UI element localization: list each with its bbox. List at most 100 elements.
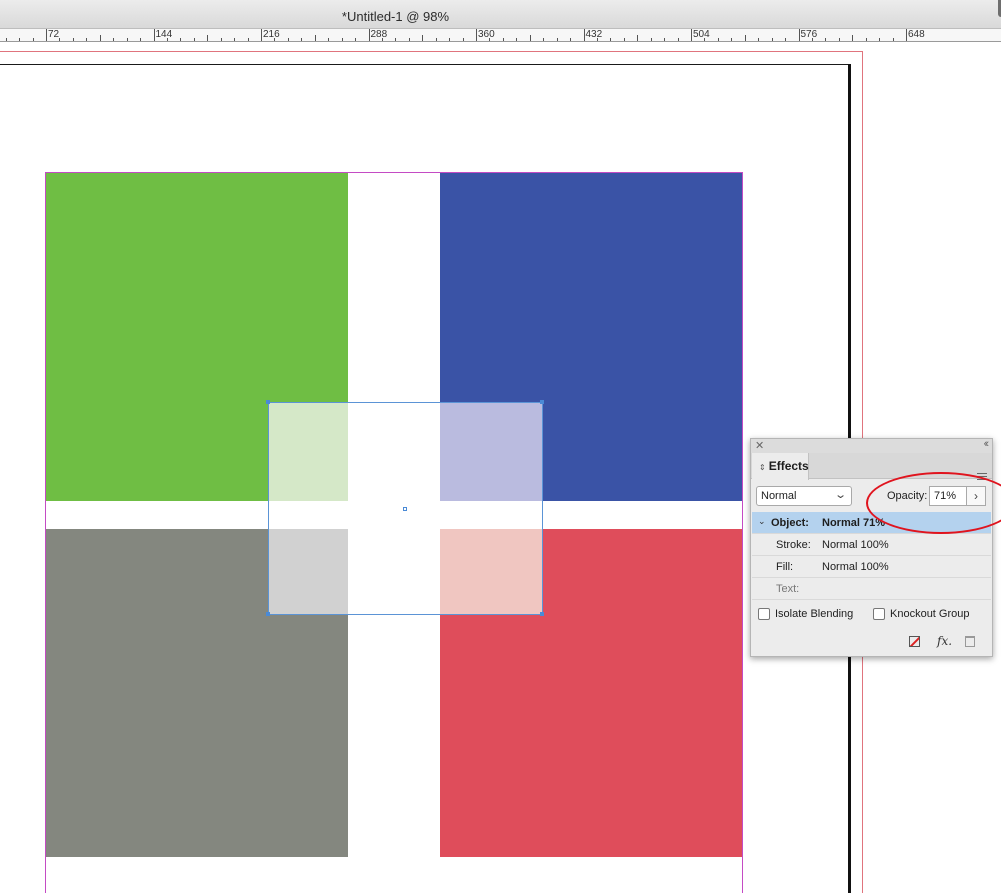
row-label: Object: [771,517,809,529]
ruler-tick [556,38,558,41]
ruler-tick [341,38,343,41]
ruler-label: 144 [155,29,173,40]
ruler-tick [758,38,760,41]
row-value: Normal 100% [822,539,889,551]
ruler-tick [32,38,34,41]
ruler-tick [234,38,236,41]
ruler-tick [287,38,289,41]
knockout-group-checkbox[interactable] [873,608,885,620]
row-label: Stroke: [776,539,811,551]
blend-mode-value: Normal [761,490,797,502]
ruler-tick [46,29,47,41]
ruler-label: 432 [585,29,603,40]
ruler-tick [691,29,692,41]
ruler-tick [717,38,719,41]
fx-icon[interactable]: fx. [937,634,952,648]
ruler-label: 360 [478,29,495,40]
disclosure-triangle-icon[interactable]: ⌄ [758,516,766,527]
ruler-tick [543,38,545,41]
effects-panel: ✕ ‹‹ ⇕ Effects Normal ⌄ Opacity: 71% › ⌄ … [750,438,993,657]
isolate-blending-label: Isolate Blending [775,608,854,620]
panel-top-bar: ✕ ‹‹ [751,438,992,453]
frame-handle-bottom-left[interactable] [266,612,270,616]
ruler-tick [771,38,773,41]
ruler-tick [838,38,840,41]
ruler-tick [395,38,397,41]
ruler-tick [126,38,128,41]
chevron-down-icon: ⌄ [833,489,847,501]
ruler-tick [314,35,316,41]
ruler-tick [449,38,451,41]
tab-effects[interactable]: ⇕ Effects [752,453,809,480]
document-title: *Untitled-1 @ 98% [341,9,450,24]
ruler-tick [610,38,612,41]
ruler-tick [86,38,88,41]
trash-icon[interactable] [965,636,975,647]
isolate-blending-checkbox[interactable] [758,608,770,620]
ruler-tick [798,29,800,41]
tab-effects-label: Effects [768,459,809,473]
ruler-label: 648 [908,29,925,40]
ruler-tick [207,35,209,41]
ruler-label: 504 [693,29,710,40]
collapse-panel-icon[interactable]: ‹‹ [984,438,990,450]
ruler-tick [664,38,666,41]
ruler-tick [865,38,867,41]
ruler-tick [99,35,101,41]
ruler-tick [529,35,531,41]
ruler-tick [355,38,357,41]
ruler-label: 216 [263,29,280,40]
ruler-tick [852,35,854,41]
ruler-tick [650,38,652,41]
ruler-tick [140,38,142,41]
clear-effects-icon[interactable] [909,636,920,647]
ruler-tick [623,38,625,41]
ruler-tick [153,29,155,41]
ruler-tick [301,38,303,41]
frame-handle-top-left[interactable] [266,400,270,404]
ruler-tick [408,38,410,41]
ruler-tick [731,38,733,41]
ruler-label: 72 [48,29,60,40]
frame-handle-top-right[interactable] [540,400,544,404]
ruler-tick [59,38,61,41]
row-label: Text: [776,583,800,595]
effects-row-fill[interactable]: Fill: Normal 100% [752,556,991,578]
ruler-tick [476,29,477,41]
ruler-tick [906,29,907,41]
ruler-label: 576 [800,29,818,40]
ruler-tick [180,38,182,41]
ruler-tick [261,29,262,41]
ruler-tick [19,38,21,41]
horizontal-ruler[interactable]: 72 144 216 288 360 432 504 576 648 [0,29,1001,42]
frame-center-point[interactable] [403,507,407,511]
ruler-tick [879,38,881,41]
ruler-tick [502,38,504,41]
ruler-tick [583,29,585,41]
ruler-tick [744,35,746,41]
ruler-label: 288 [370,29,388,40]
ruler-tick [72,38,74,41]
effects-row-text: Text: [752,578,991,600]
title-bar: *Untitled-1 @ 98% [0,0,1001,29]
close-icon[interactable]: ✕ [755,439,764,452]
ruler-tick [193,38,195,41]
ruler-tick [5,38,7,41]
knockout-group-label: Knockout Group [890,608,970,620]
tab-stepper-icon: ⇕ [759,463,766,472]
ruler-tick [825,38,827,41]
ruler-tick [892,38,894,41]
ruler-tick [368,29,370,41]
ruler-tick [220,38,222,41]
bleed-guide-top [0,51,863,52]
ruler-tick [113,38,115,41]
ruler-tick [422,35,424,41]
row-value: Normal 100% [822,561,889,573]
ruler-tick [516,38,518,41]
effects-row-stroke[interactable]: Stroke: Normal 100% [752,534,991,556]
ruler-tick [435,38,437,41]
ruler-tick [637,35,639,41]
row-label: Fill: [776,561,794,573]
frame-handle-bottom-right[interactable] [540,612,544,616]
blend-mode-dropdown[interactable]: Normal ⌄ [756,486,852,506]
